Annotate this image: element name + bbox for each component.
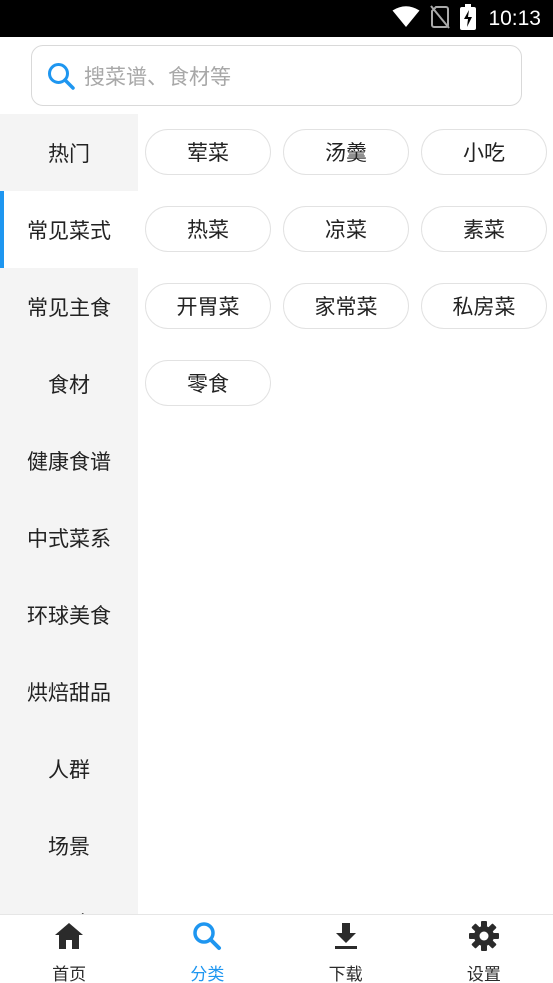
tag-cold-dishes[interactable]: 凉菜 xyxy=(283,206,409,252)
tag-snacks[interactable]: 小吃 xyxy=(421,129,547,175)
tag-soups[interactable]: 汤羹 xyxy=(283,129,409,175)
nav-download[interactable]: 下载 xyxy=(277,915,415,983)
tag-meat-dishes[interactable]: 荤菜 xyxy=(145,129,271,175)
sidebar-item-hot[interactable]: 热门 xyxy=(0,114,138,191)
search-icon xyxy=(46,61,76,91)
bottom-navigation: 首页 分类 下载 设置 xyxy=(0,914,553,983)
download-icon xyxy=(330,920,362,956)
no-sim-icon xyxy=(430,4,451,33)
sidebar-item-common-dishes[interactable]: 常见菜式 xyxy=(0,191,138,268)
sidebar-item-taste[interactable]: 口味 xyxy=(0,884,138,915)
home-icon xyxy=(53,920,85,956)
nav-label-category: 分类 xyxy=(190,965,225,983)
search-icon xyxy=(191,920,223,956)
tag-home-style[interactable]: 家常菜 xyxy=(283,283,409,329)
sidebar-item-world-cuisine[interactable]: 环球美食 xyxy=(0,576,138,653)
status-time: 10:13 xyxy=(488,6,541,30)
sidebar-item-people[interactable]: 人群 xyxy=(0,730,138,807)
tag-private-kitchen[interactable]: 私房菜 xyxy=(421,283,547,329)
tag-hot-dishes[interactable]: 热菜 xyxy=(145,206,271,252)
tag-vegetarian[interactable]: 素菜 xyxy=(421,206,547,252)
wifi-icon xyxy=(392,5,420,32)
tag-snack-foods[interactable]: 零食 xyxy=(145,360,271,406)
nav-label-download: 下载 xyxy=(328,965,363,983)
status-bar: 10:13 xyxy=(0,0,553,37)
nav-home[interactable]: 首页 xyxy=(0,915,138,983)
tag-appetizers[interactable]: 开胃菜 xyxy=(145,283,271,329)
gear-icon xyxy=(468,920,500,956)
sidebar-item-staple-food[interactable]: 常见主食 xyxy=(0,268,138,345)
search-placeholder: 搜菜谱、食材等 xyxy=(84,64,231,89)
search-input[interactable]: 搜菜谱、食材等 xyxy=(31,45,522,106)
nav-label-settings: 设置 xyxy=(466,965,501,983)
search-bar-container: 搜菜谱、食材等 xyxy=(0,37,553,114)
category-sidebar: 热门 常见菜式 常见主食 食材 健康食谱 中式菜系 环球美食 烘焙甜品 人群 场… xyxy=(0,114,138,914)
nav-settings[interactable]: 设置 xyxy=(415,915,553,983)
sidebar-item-baking-desserts[interactable]: 烘焙甜品 xyxy=(0,653,138,730)
nav-label-home: 首页 xyxy=(52,965,87,983)
sidebar-item-scenes[interactable]: 场景 xyxy=(0,807,138,884)
subcategory-tag-grid: 荤菜 汤羹 小吃 热菜 凉菜 素菜 开胃菜 家常菜 私房菜 零食 xyxy=(138,114,553,914)
sidebar-item-chinese-cuisine[interactable]: 中式菜系 xyxy=(0,499,138,576)
sidebar-item-ingredients[interactable]: 食材 xyxy=(0,345,138,422)
battery-charging-icon xyxy=(460,3,477,34)
sidebar-item-healthy-recipes[interactable]: 健康食谱 xyxy=(0,422,138,499)
nav-category[interactable]: 分类 xyxy=(138,915,276,983)
status-icons: 10:13 xyxy=(392,0,541,37)
